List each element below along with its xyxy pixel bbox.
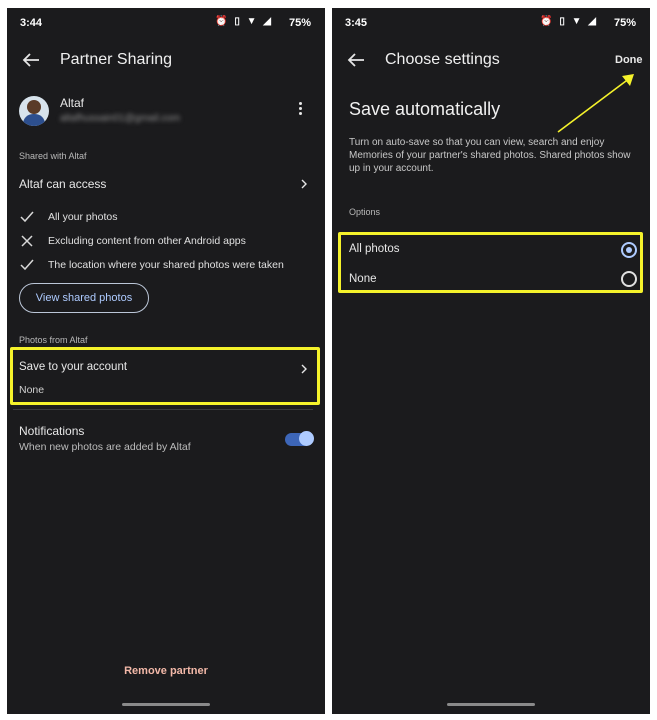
toggle-knob bbox=[299, 431, 314, 446]
access-item: Excluding content from other Android app… bbox=[48, 235, 246, 247]
notifications-label: Notifications bbox=[19, 424, 85, 438]
status-time: 3:44 bbox=[20, 17, 43, 29]
access-row[interactable]: Altaf can access bbox=[7, 171, 325, 195]
remove-partner-button[interactable]: Remove partner bbox=[7, 665, 325, 677]
battery-level: 75% bbox=[613, 17, 636, 29]
status-time: 3:45 bbox=[345, 17, 368, 29]
radio-selected[interactable] bbox=[621, 242, 637, 258]
save-to-account-row[interactable]: Save to your account None bbox=[13, 350, 317, 402]
back-arrow-icon[interactable] bbox=[19, 48, 43, 72]
description-text: Turn on auto-save so that you can view, … bbox=[349, 137, 631, 174]
chevron-right-icon bbox=[301, 179, 307, 189]
status-bar: 3:44 ⏰ ▯ ▼ ◢ 75% bbox=[7, 8, 325, 38]
option-label: None bbox=[349, 273, 377, 285]
status-icons: ⏰ ▯ ▼ ◢ bbox=[215, 16, 273, 27]
avatar bbox=[19, 96, 49, 126]
radio-unselected[interactable] bbox=[621, 271, 637, 287]
radio-dot bbox=[626, 247, 632, 253]
access-label: Altaf can access bbox=[19, 177, 107, 191]
partner-email: altafhussain01@gmail.com bbox=[60, 113, 181, 124]
access-item: All your photos bbox=[48, 211, 118, 223]
gesture-bar bbox=[122, 703, 210, 706]
battery-level: 75% bbox=[288, 17, 311, 29]
status-icons: ⏰ ▯ ▼ ◢ bbox=[540, 16, 598, 27]
gesture-bar bbox=[447, 703, 535, 706]
option-none[interactable]: None bbox=[341, 263, 640, 290]
annotation-arrow bbox=[557, 74, 634, 133]
app-bar: Partner Sharing bbox=[7, 48, 325, 84]
check-icon bbox=[20, 211, 34, 223]
more-options-icon[interactable] bbox=[299, 102, 303, 118]
chevron-right-icon bbox=[301, 364, 307, 374]
section-heading: Save automatically bbox=[349, 99, 501, 119]
partner-name: Altaf bbox=[60, 96, 85, 110]
check-icon bbox=[20, 259, 34, 271]
notifications-sub: When new photos are added by Altaf bbox=[19, 441, 191, 453]
save-to-account-value: None bbox=[19, 384, 45, 396]
done-button[interactable]: Done bbox=[615, 54, 643, 66]
option-label: All photos bbox=[349, 243, 400, 255]
option-all-photos[interactable]: All photos bbox=[341, 235, 640, 262]
view-shared-photos-button[interactable]: View shared photos bbox=[19, 283, 149, 313]
section-label-photos-from: Photos from Altaf bbox=[19, 335, 88, 345]
page-title: Partner Sharing bbox=[60, 51, 173, 68]
status-bar: 3:45 ⏰ ▯ ▼ ◢ 75% bbox=[332, 8, 650, 38]
access-item: The location where your shared photos we… bbox=[48, 259, 284, 271]
section-label-shared-with: Shared with Altaf bbox=[19, 151, 87, 161]
left-screen: 3:44 ⏰ ▯ ▼ ◢ 75% Partner Sharing Altaf a… bbox=[7, 8, 325, 714]
divider bbox=[13, 409, 313, 410]
close-icon bbox=[21, 235, 33, 247]
right-screen: 3:45 ⏰ ▯ ▼ ◢ 75% Choose settings Done Sa… bbox=[332, 8, 650, 714]
page-title: Choose settings bbox=[385, 51, 500, 68]
save-to-account-label: Save to your account bbox=[19, 361, 128, 373]
back-arrow-icon[interactable] bbox=[344, 48, 368, 72]
notifications-toggle[interactable] bbox=[285, 431, 314, 447]
options-label: Options bbox=[349, 207, 381, 217]
